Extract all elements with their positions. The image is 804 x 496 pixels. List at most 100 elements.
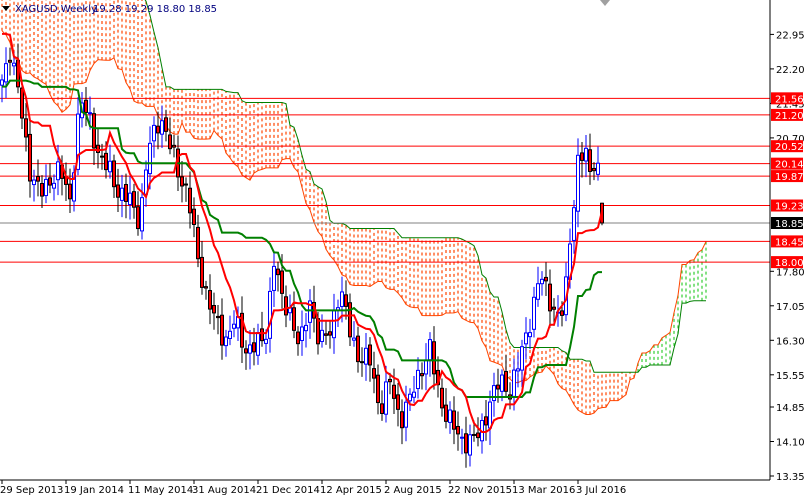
candle-body	[348, 302, 352, 338]
bear-candle	[484, 400, 488, 441]
candle-body	[536, 283, 540, 300]
candle-body	[504, 371, 508, 392]
candle-body	[264, 338, 268, 344]
candle-body	[244, 348, 248, 354]
bear-candle	[368, 337, 372, 382]
candle-body	[172, 144, 176, 148]
candle-body	[204, 286, 208, 289]
bear-candle	[360, 347, 364, 377]
candle-body	[552, 306, 556, 310]
candle-body	[148, 142, 152, 175]
candle-body	[384, 381, 388, 415]
bear-candle	[40, 175, 44, 209]
candle-body	[192, 208, 196, 225]
bear-candle	[276, 261, 280, 292]
candle-body	[396, 394, 400, 410]
candle-body	[360, 361, 364, 364]
bull-candle	[412, 375, 416, 403]
bear-candle	[124, 173, 128, 219]
candle-body	[252, 342, 256, 353]
candle-body	[548, 283, 552, 312]
candle-body	[468, 434, 472, 456]
bear-candle	[588, 133, 592, 185]
candle-body	[352, 337, 356, 341]
candle-body	[100, 155, 104, 158]
candle-body	[576, 154, 580, 212]
bear-candle	[68, 168, 72, 214]
ohlc-values: 19.28 19.29 18.80 18.85	[93, 4, 217, 15]
candle-body	[444, 404, 448, 422]
candle-body	[472, 433, 476, 436]
level-price: 19.23	[775, 202, 804, 213]
candle-body	[328, 331, 332, 336]
chart-title: XAGUSD,Weekly 19.28 19.29 18.80 18.85	[2, 4, 217, 15]
candle-body	[560, 310, 564, 316]
candle-body	[424, 359, 428, 375]
price-tick-label: 13.35	[776, 472, 804, 483]
chart-shift-marker-icon[interactable]	[600, 0, 610, 6]
bear-candle	[172, 134, 176, 158]
candle-body	[316, 318, 320, 345]
triangle-down-icon[interactable]	[2, 6, 10, 11]
bear-candle	[260, 311, 264, 347]
level-label: 20.14	[771, 157, 804, 171]
bear-candle	[64, 162, 68, 201]
bear-candle	[592, 162, 596, 181]
candle-body	[540, 278, 544, 285]
bear-candle	[136, 191, 140, 236]
bear-candle	[376, 364, 380, 415]
candle-body	[392, 384, 396, 399]
bull-candle	[128, 176, 132, 220]
bear-candle	[284, 285, 288, 328]
candle-body	[332, 310, 336, 339]
candle-body	[412, 391, 416, 398]
candle-body	[296, 331, 300, 345]
candle-body	[276, 268, 280, 276]
bull-candle	[596, 146, 600, 181]
bull-candle	[228, 315, 232, 346]
bear-candle	[92, 107, 96, 165]
candle-body	[8, 59, 12, 63]
candle-body	[452, 410, 456, 430]
bull-candle	[448, 401, 452, 434]
price-tick-label: 16.30	[776, 336, 804, 347]
candle-body	[160, 120, 164, 135]
bull-candle	[160, 105, 164, 149]
bull-candle	[256, 323, 260, 365]
candle-body	[248, 344, 252, 354]
bull-candle	[460, 428, 464, 455]
candle-body	[340, 291, 344, 307]
bear-candle	[212, 292, 216, 330]
candle-body	[268, 290, 272, 339]
bear-candle	[216, 305, 220, 335]
bear-candle	[324, 320, 328, 345]
candle-body	[416, 369, 420, 390]
candle-body	[432, 341, 436, 375]
time-tick-label: 19 Jan 2014	[64, 485, 124, 496]
bear-candle	[396, 382, 400, 427]
candle-body	[156, 125, 160, 134]
candle-body	[48, 177, 52, 186]
candle-body	[520, 346, 524, 371]
bull-candle	[532, 286, 536, 338]
level-label: 18.00	[771, 256, 804, 269]
bear-candle	[208, 274, 212, 325]
bull-candle	[492, 372, 496, 417]
bull-candle	[32, 169, 36, 202]
bear-candle	[420, 362, 424, 390]
bear-candle	[436, 356, 440, 398]
bear-candle	[504, 355, 508, 398]
time-tick-label: 2 Aug 2015	[384, 485, 442, 496]
bear-candle	[464, 416, 468, 468]
level-price: 18.45	[775, 237, 804, 248]
candle-body	[84, 99, 88, 113]
candle-body	[108, 160, 112, 173]
bull-candle	[584, 135, 588, 178]
candle-body	[28, 133, 32, 182]
current-price-label: 18.85	[771, 217, 804, 230]
candle-body	[284, 296, 288, 316]
candle-body	[88, 112, 92, 115]
bear-candle	[432, 326, 436, 390]
price-chart[interactable]: 22.9522.2021.4520.7017.8017.0516.3015.55…	[0, 0, 804, 496]
candle-body	[136, 206, 140, 230]
